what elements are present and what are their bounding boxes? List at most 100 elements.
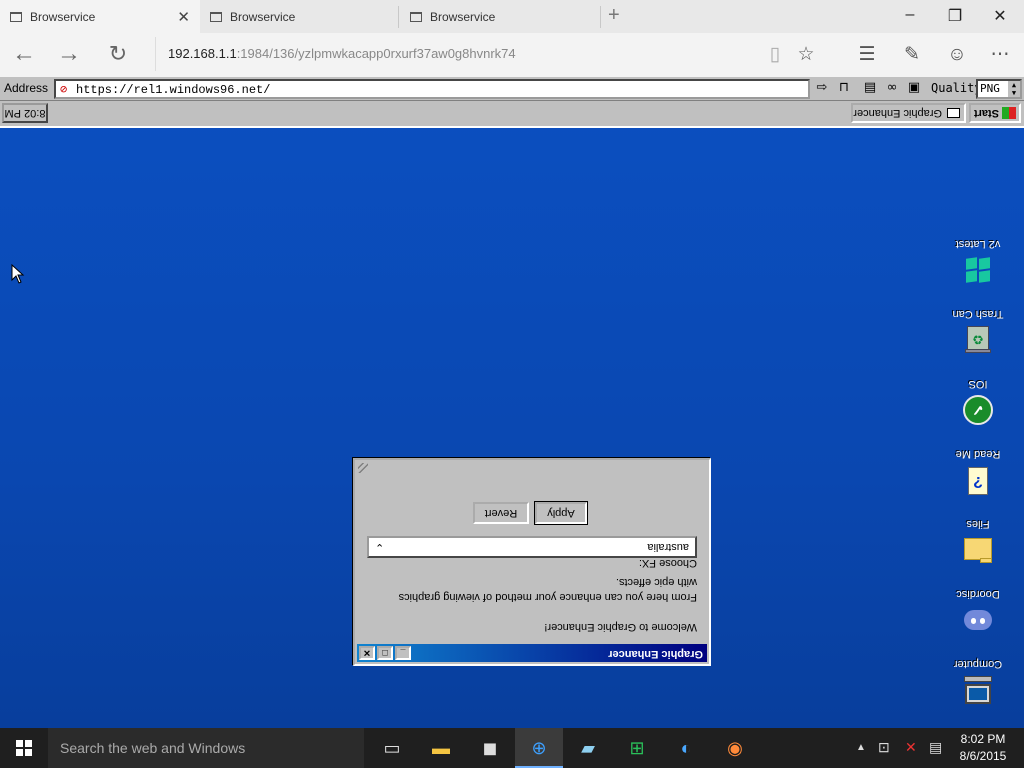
clock-date: 8/6/2015 xyxy=(959,749,1007,763)
tab-title: Browservice xyxy=(30,9,96,24)
feedback-smiley-icon[interactable]: ☺ xyxy=(944,44,970,66)
quality-label: Quality xyxy=(931,81,982,95)
url-text[interactable]: 192.168.1.1:1984/136/yzlpmwkacapp0rxurf3… xyxy=(168,46,516,61)
address-bar[interactable]: 192.168.1.1:1984/136/yzlpmwkacapp0rxurf3… xyxy=(155,37,755,71)
desktop-icon-files[interactable]: Files xyxy=(948,518,1008,566)
w96-clock: 8:02 PM xyxy=(2,103,48,123)
notepad-icon[interactable]: ▰ xyxy=(564,728,612,768)
store-icon[interactable]: ◼ xyxy=(466,728,514,768)
hub-icon[interactable]: ☰ xyxy=(854,44,880,66)
flipped-desktop: Computer Doordisc Files ? Read Me ✓ IOS … xyxy=(0,101,1024,728)
page-icon xyxy=(10,11,22,22)
maximize-button[interactable]: ❐ xyxy=(940,6,970,26)
close-icon[interactable]: ✕ xyxy=(359,646,375,660)
desktop-icon-label: Files xyxy=(966,518,990,530)
browser-tab[interactable]: Browservice xyxy=(200,0,398,33)
back-arrow-icon[interactable]: ← xyxy=(9,42,39,66)
start-logo-icon xyxy=(1002,107,1016,119)
ios-icon: ✓ xyxy=(962,394,994,426)
graphic-enhancer-window[interactable]: Graphic Enhancer _ □ ✕ Welcome to Graphi… xyxy=(353,458,711,666)
maximize-icon[interactable]: □ xyxy=(377,646,393,660)
web-note-icon[interactable]: ✎ xyxy=(899,44,925,66)
retro-url-text: https://rel1.windows96.net/ xyxy=(76,83,271,97)
ie-icon[interactable]: ◐ xyxy=(662,728,710,768)
media-player-icon[interactable]: ◉ xyxy=(711,728,759,768)
welcome-text: Welcome to Graphic Enhancer! xyxy=(544,621,697,633)
window-title: Graphic Enhancer xyxy=(608,648,703,660)
new-tab-button[interactable]: + xyxy=(608,4,620,27)
description-line: From here you can enhance your method of… xyxy=(398,591,697,603)
task-label: Graphic Enhancer xyxy=(853,107,942,119)
resize-grip-icon[interactable] xyxy=(358,463,368,473)
browser-tab[interactable]: Browservice xyxy=(400,0,600,33)
chevron-up-icon[interactable]: ▲ xyxy=(856,742,866,753)
apply-button[interactable]: Apply xyxy=(535,502,587,524)
find-binoculars-icon[interactable]: ∞ xyxy=(884,80,900,96)
desktop-icon-label: Computer xyxy=(953,658,1003,670)
start-label: Start xyxy=(973,107,999,119)
taskbar-item-graphic-enhancer[interactable]: Graphic Enhancer xyxy=(851,103,966,123)
retro-url-field[interactable]: ⊘ https://rel1.windows96.net/ xyxy=(54,79,810,99)
remote-desktop[interactable]: Computer Doordisc Files ? Read Me ✓ IOS … xyxy=(0,101,1024,728)
search-placeholder: Search the web and Windows xyxy=(60,740,246,756)
desktop-icon-label: Read Me xyxy=(955,448,1001,460)
tab-divider xyxy=(398,6,399,28)
system-clock[interactable]: 8:02 PM 8/6/2015 xyxy=(955,731,1011,765)
go-arrow-icon[interactable]: ⇨ xyxy=(814,80,830,96)
desktop-icon-read-me[interactable]: ? Read Me xyxy=(948,448,1008,496)
refresh-icon[interactable]: ↻ xyxy=(103,42,133,66)
browser-tab[interactable]: Browservice ✕ xyxy=(0,0,200,33)
clipboard-icon[interactable]: ▣ xyxy=(906,80,922,96)
discord-icon xyxy=(962,604,994,636)
minimize-button[interactable]: – xyxy=(895,6,925,24)
desktop-icon-label: IOS xyxy=(968,378,988,390)
window-titlebar[interactable]: Graphic Enhancer _ □ ✕ xyxy=(357,644,707,662)
volume-muted-icon[interactable]: ✕ xyxy=(905,739,917,756)
url-host: 192.168.1.1 xyxy=(168,46,237,61)
desktop-icon-computer[interactable]: Computer xyxy=(948,658,1008,706)
tab-title: Browservice xyxy=(230,9,296,24)
page-icon xyxy=(410,11,422,22)
search-box[interactable]: Search the web and Windows xyxy=(48,728,364,768)
excel-icon[interactable]: ⊞ xyxy=(613,728,661,768)
window-content: Welcome to Graphic Enhancer! From here y… xyxy=(367,555,697,634)
reading-view-icon[interactable]: ▯ xyxy=(762,44,788,66)
minimize-icon[interactable]: _ xyxy=(395,646,411,660)
revert-button[interactable]: Revert xyxy=(473,502,529,524)
network-icon[interactable]: ⊡ xyxy=(878,739,890,756)
fx-select[interactable]: australia ⌄ xyxy=(367,536,697,558)
tab-divider xyxy=(600,6,601,28)
mouse-cursor-icon xyxy=(11,264,25,284)
retro-address-bar: Address ⊘ https://rel1.windows96.net/ ⇨ … xyxy=(0,77,1024,101)
desktop-icon-trash-can[interactable]: ♻ Trash Can xyxy=(948,308,1008,356)
file-explorer-icon[interactable]: ▬ xyxy=(417,728,465,768)
computer-icon xyxy=(962,674,994,706)
save-icon[interactable]: ▤ xyxy=(862,80,878,96)
bookmark-icon[interactable]: ⊓ xyxy=(836,80,852,96)
help-document-icon: ? xyxy=(962,464,994,496)
desktop-icon-doordisc[interactable]: Doordisc xyxy=(948,588,1008,636)
quality-select[interactable]: PNG ▲ ▼ xyxy=(976,79,1022,99)
close-button[interactable]: ✕ xyxy=(985,6,1015,26)
forward-arrow-icon[interactable]: → xyxy=(54,42,84,66)
browser-tab-bar: Browservice ✕ Browservice Browservice + … xyxy=(0,0,1024,33)
tab-close-icon[interactable]: ✕ xyxy=(177,8,190,26)
quality-spinner-icon[interactable]: ▲ ▼ xyxy=(1008,81,1020,97)
desktop-icon-ios[interactable]: ✓ IOS xyxy=(948,378,1008,426)
w96-start-button[interactable]: Start xyxy=(969,103,1021,123)
action-center-icon[interactable]: ▤ xyxy=(929,739,942,756)
desktop-icon-label: Trash Can xyxy=(952,308,1004,320)
favorite-star-icon[interactable]: ☆ xyxy=(793,44,819,66)
start-button[interactable] xyxy=(0,728,48,768)
edge-browser-icon[interactable]: ⊕ xyxy=(515,728,563,768)
w96-taskbar: Start Graphic Enhancer 8:02 PM xyxy=(0,101,1024,128)
folder-icon xyxy=(962,534,994,566)
window-icon xyxy=(947,108,960,118)
page-icon xyxy=(210,11,222,22)
chevron-down-icon: ⌄ xyxy=(375,541,385,553)
desktop-icon-v2-latest[interactable]: v2 Latest xyxy=(948,238,1008,286)
windows-taskbar: Search the web and Windows ▭ ▬ ◼ ⊕ ▰ ⊞ ◐… xyxy=(0,728,1024,768)
more-options-icon[interactable]: ⋯ xyxy=(987,44,1013,66)
task-view-icon[interactable]: ▭ xyxy=(368,728,416,768)
fx-select-value: australia xyxy=(647,541,689,553)
